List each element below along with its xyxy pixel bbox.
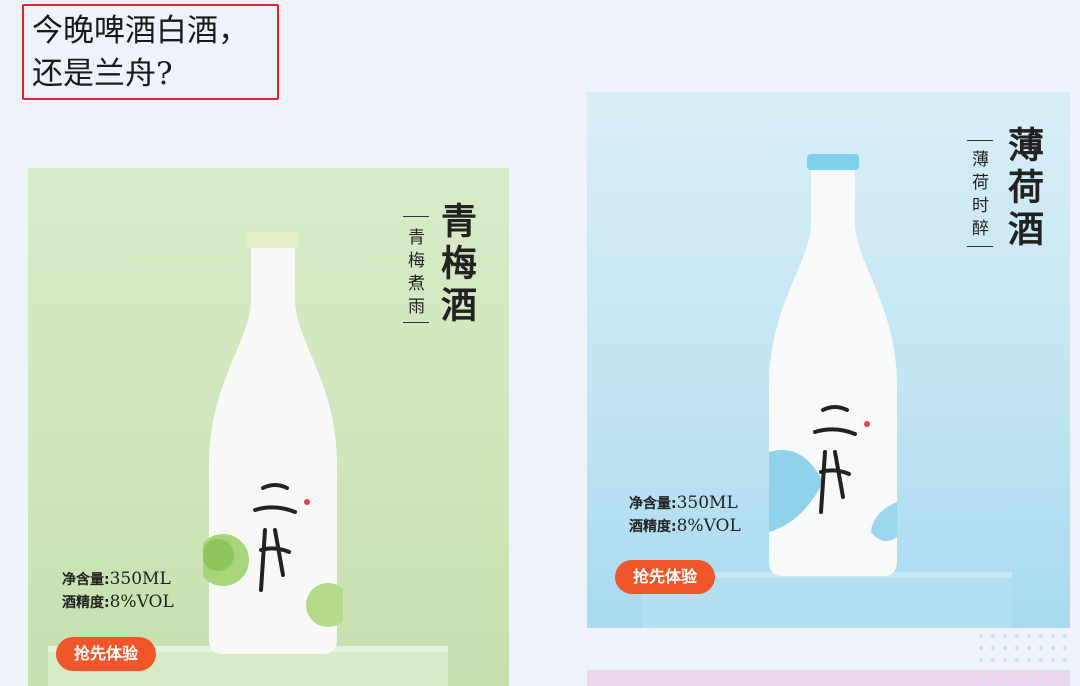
- try-now-button[interactable]: 抢先体验: [615, 560, 715, 594]
- spec-volume-value: 350ML: [109, 569, 171, 589]
- spec-volume-label: 净含量:: [629, 496, 677, 512]
- divider-bottom: [403, 322, 429, 323]
- decorative-dots: [975, 630, 1075, 686]
- product-card-bohe[interactable]: 薄荷时醉 薄荷酒 净含量:350ML 酒精度:8%VOL 抢先体验: [587, 92, 1070, 628]
- product-title: 青梅酒: [435, 202, 477, 328]
- bottle-image: [203, 232, 343, 654]
- spec-block: 净含量:350ML 酒精度:8%VOL: [62, 568, 174, 614]
- spec-abv-label: 酒精度:: [629, 519, 677, 535]
- spec-abv-label: 酒精度:: [62, 595, 110, 611]
- bottle-image: [769, 154, 897, 576]
- headline-box: 今晚啤酒白酒， 还是兰舟?: [22, 4, 279, 100]
- divider-top: [403, 216, 429, 217]
- try-now-button[interactable]: 抢先体验: [56, 637, 156, 671]
- spec-block: 净含量:350ML 酒精度:8%VOL: [629, 492, 741, 538]
- spec-abv-value: 8%VOL: [676, 516, 741, 536]
- headline-line-2: 还是兰舟?: [32, 56, 173, 92]
- headline-line-1: 今晚啤酒白酒，: [32, 13, 249, 49]
- product-tagline: 青梅煮雨: [404, 228, 424, 320]
- product-tagline: 薄荷时醉: [968, 150, 988, 242]
- product-title: 薄荷酒: [1002, 126, 1044, 252]
- product-card-qingmei[interactable]: 青梅煮雨 青梅酒 净含量:350ML 酒精度:8%VOL 抢先体验: [28, 168, 509, 686]
- spec-abv-value: 8%VOL: [109, 592, 174, 612]
- spec-volume-value: 350ML: [676, 493, 738, 513]
- divider-top: [967, 140, 993, 141]
- divider-bottom: [967, 246, 993, 247]
- spec-volume-label: 净含量:: [62, 572, 110, 588]
